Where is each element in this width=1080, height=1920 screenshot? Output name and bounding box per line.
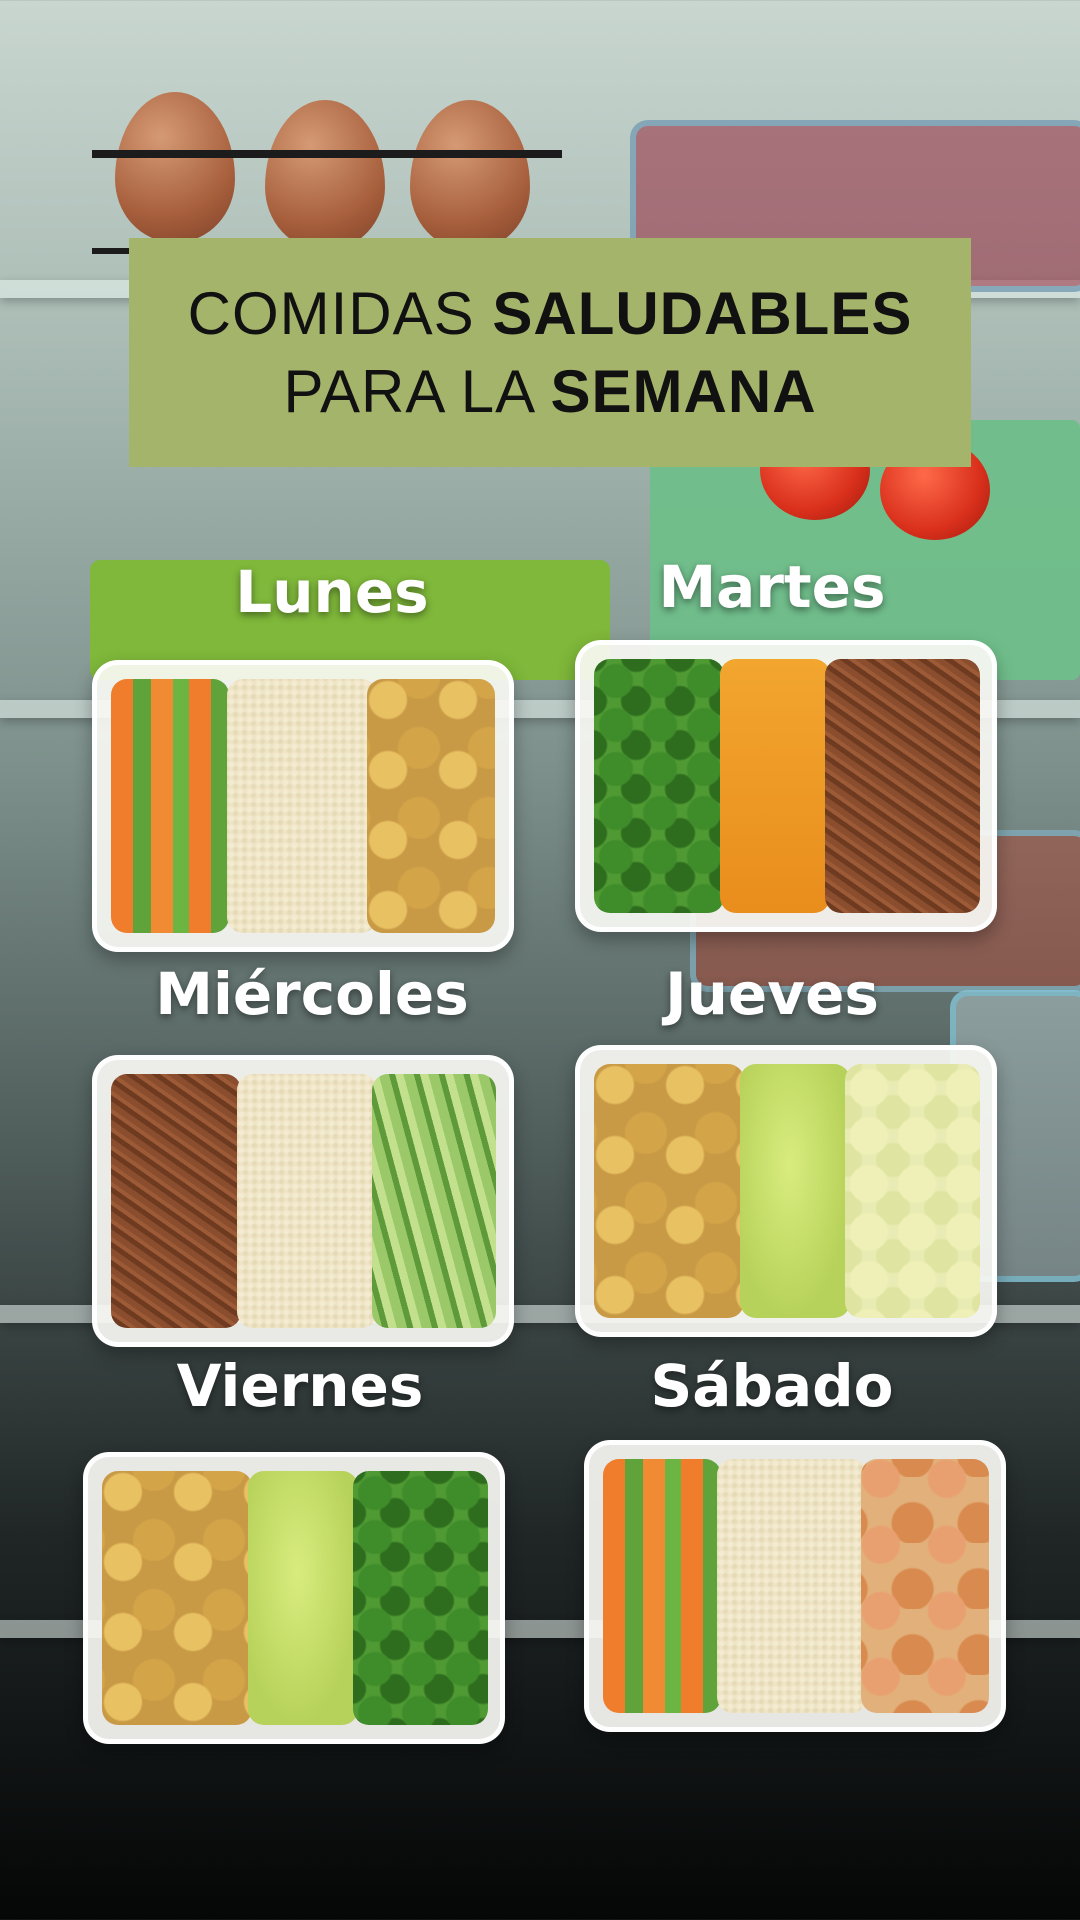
meal-container-martes (575, 640, 997, 932)
day-label-sabado: Sábado (650, 1352, 894, 1420)
food-carrots-green-beans (111, 679, 229, 933)
meal-container-miercoles (92, 1055, 514, 1347)
meal-container-sabado (584, 1440, 1006, 1732)
title-line-2: PARA LA SEMANA (283, 353, 816, 431)
meal-container-viernes (83, 1452, 505, 1744)
food-rice (237, 1074, 377, 1328)
day-label-jueves: Jueves (665, 960, 879, 1028)
title-bold-text: SALUDABLES (492, 279, 913, 347)
food-broccoli (594, 659, 724, 913)
title-bold-text: SEMANA (550, 357, 817, 425)
title-regular-text: PARA LA (283, 357, 551, 425)
food-broccoli (353, 1471, 488, 1725)
day-label-martes: Martes (658, 553, 886, 621)
food-chicken-tomato (861, 1459, 989, 1713)
title-regular-text: COMIDAS (187, 279, 493, 347)
food-pumpkin-puree (720, 659, 830, 913)
title-banner: COMIDAS SALUDABLES PARA LA SEMANA (129, 238, 971, 467)
food-rice (227, 679, 377, 933)
food-cauliflower (845, 1064, 980, 1318)
food-celery-broccoli (372, 1074, 496, 1328)
food-shredded-beef (825, 659, 980, 913)
food-carrots-green-beans (603, 1459, 721, 1713)
food-green-puree (740, 1064, 850, 1318)
day-label-miercoles: Miércoles (155, 960, 469, 1028)
food-shredded-beef (111, 1074, 241, 1328)
day-label-viernes: Viernes (176, 1352, 424, 1420)
meal-container-lunes (92, 660, 514, 952)
food-chicken (594, 1064, 744, 1318)
title-line-1: COMIDAS SALUDABLES (188, 275, 913, 353)
day-label-lunes: Lunes (235, 558, 429, 626)
food-green-puree (248, 1471, 358, 1725)
food-chicken (367, 679, 495, 933)
food-rice (717, 1459, 867, 1713)
meal-container-jueves (575, 1045, 997, 1337)
food-chicken (102, 1471, 252, 1725)
